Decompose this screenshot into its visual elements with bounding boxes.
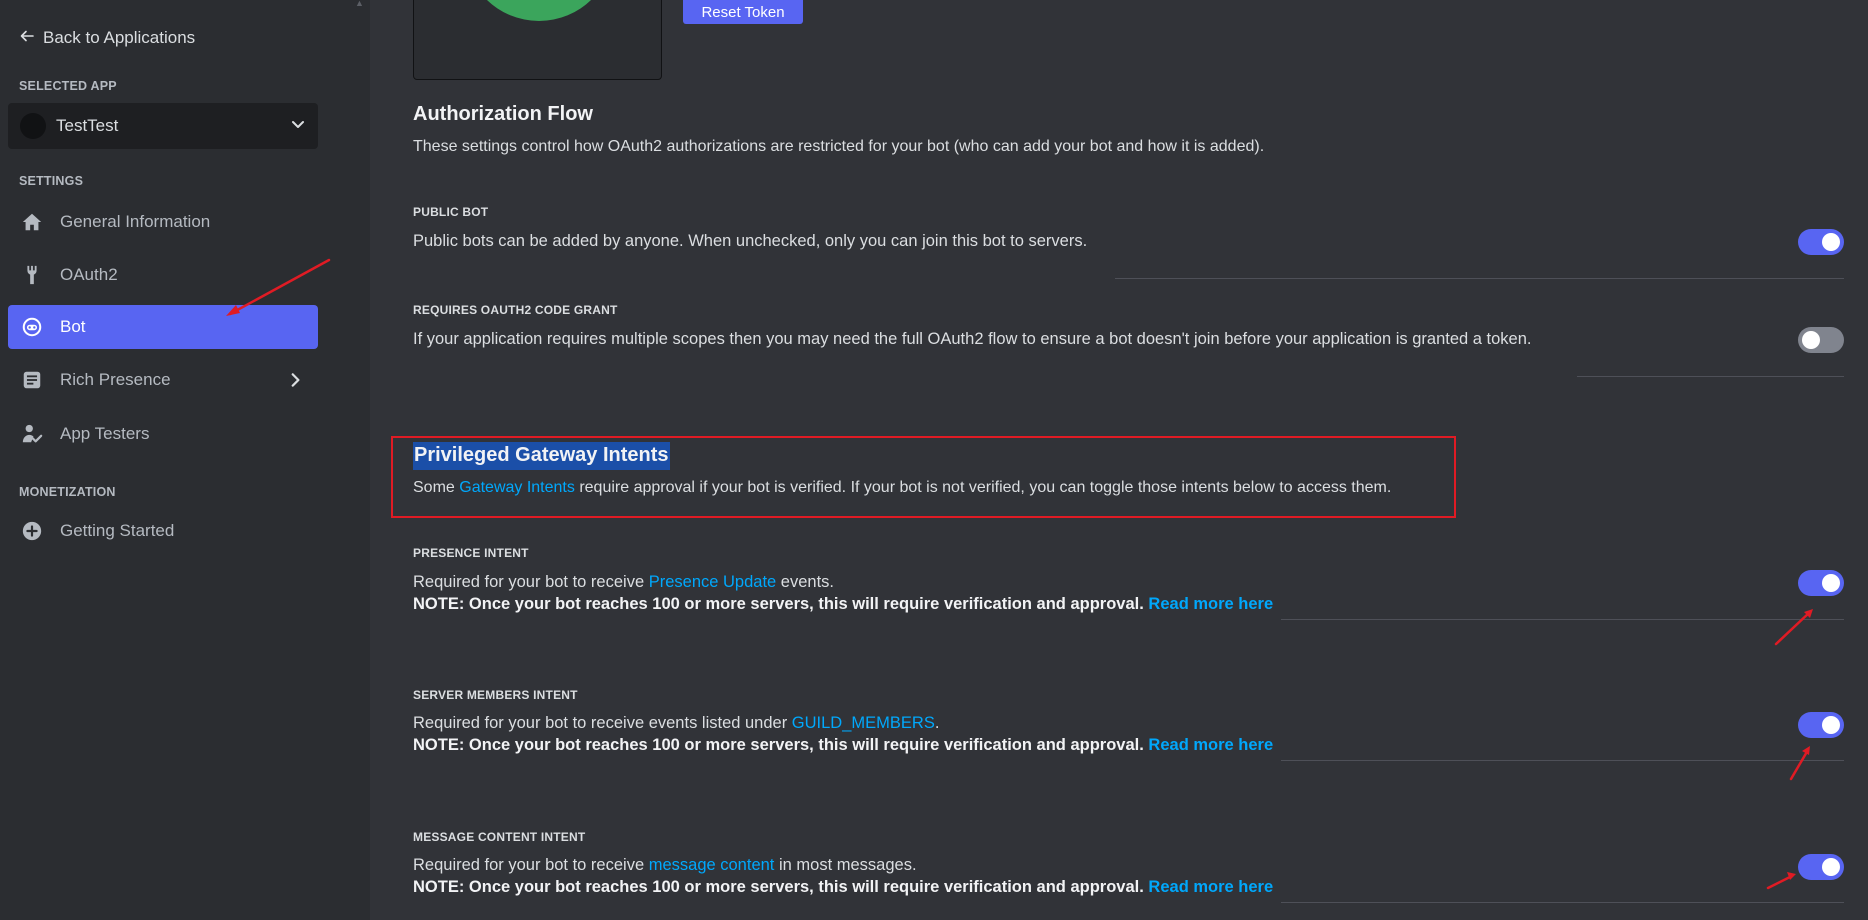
sidebar-item-getting-started[interactable]: Getting Started [8, 509, 318, 553]
note-text: NOTE: Once your bot reaches 100 or more … [413, 736, 1144, 754]
reset-token-button[interactable]: Reset Token [683, 0, 803, 24]
server-members-intent-label: SERVER MEMBERS INTENT [413, 688, 578, 702]
toggle-knob [1822, 716, 1840, 734]
message-content-intent-note: NOTE: Once your bot reaches 100 or more … [413, 876, 1273, 898]
gateway-intents-link[interactable]: Gateway Intents [459, 479, 575, 496]
divider [1577, 376, 1844, 377]
monetization-heading: MONETIZATION [19, 485, 116, 499]
app-selector-dropdown[interactable]: TestTest [8, 103, 318, 149]
app-avatar [20, 113, 46, 139]
toggle-knob [1822, 574, 1840, 592]
sidebar-item-label: Rich Presence [60, 370, 171, 389]
divider [1281, 619, 1844, 620]
presence-update-link[interactable]: Presence Update [649, 573, 777, 591]
description-text: Required for your bot to receive [413, 573, 649, 591]
sidebar-item-label: Getting Started [60, 521, 175, 540]
chevron-right-icon [286, 371, 304, 389]
note-text: NOTE: Once your bot reaches 100 or more … [413, 595, 1144, 613]
person-check-icon [20, 422, 44, 446]
home-icon [20, 210, 44, 234]
bot-avatar-uploader[interactable] [413, 0, 662, 80]
divider [1115, 278, 1844, 279]
guild-members-link[interactable]: GUILD_MEMBERS [792, 714, 935, 732]
presence-intent-description: Required for your bot to receive Presenc… [413, 571, 834, 593]
presence-intent-note: NOTE: Once your bot reaches 100 or more … [413, 593, 1273, 615]
description-text: events. [776, 573, 835, 591]
description-text: Required for your bot to receive events … [413, 714, 792, 732]
code-grant-label: REQUIRES OAUTH2 CODE GRANT [413, 303, 618, 317]
read-more-link[interactable]: Read more here [1148, 878, 1273, 896]
sidebar-item-label: Bot [60, 317, 86, 336]
server-members-intent-note: NOTE: Once your bot reaches 100 or more … [413, 734, 1273, 756]
app-name: TestTest [56, 116, 119, 135]
privileged-intents-title: Privileged Gateway Intents [413, 442, 670, 470]
note-text: NOTE: Once your bot reaches 100 or more … [413, 878, 1144, 896]
back-to-applications-link[interactable]: Back to Applications [19, 26, 195, 50]
developer-portal-window: ▲ Back to Applications SELECTED APP Test… [0, 0, 1868, 920]
description-text: require approval if your bot is verified… [574, 479, 1392, 496]
arrow-left-icon [19, 28, 35, 49]
sidebar-item-rich-presence[interactable]: Rich Presence [8, 358, 318, 402]
message-content-intent-label: MESSAGE CONTENT INTENT [413, 830, 586, 844]
plus-circle-icon [20, 519, 44, 543]
code-grant-toggle[interactable] [1798, 327, 1844, 353]
presence-intent-toggle[interactable] [1798, 570, 1844, 596]
read-more-link[interactable]: Read more here [1148, 595, 1273, 613]
sidebar-item-app-testers[interactable]: App Testers [8, 412, 318, 456]
server-members-intent-toggle[interactable] [1798, 712, 1844, 738]
sidebar: ▲ Back to Applications SELECTED APP Test… [0, 0, 370, 920]
authorization-flow-description: These settings control how OAuth2 author… [413, 138, 1265, 155]
description-text: . [934, 714, 940, 732]
toggle-knob [1802, 331, 1820, 349]
sidebar-item-general-information[interactable]: General Information [8, 200, 318, 244]
public-bot-toggle[interactable] [1798, 229, 1844, 255]
read-more-link[interactable]: Read more here [1148, 736, 1273, 754]
robot-icon [20, 315, 44, 339]
sidebar-item-label: General Information [60, 212, 211, 231]
chevron-down-icon [290, 116, 306, 137]
privileged-intents-description: Some Gateway Intents require approval if… [413, 479, 1391, 497]
bot-avatar [464, 0, 614, 21]
message-content-intent-description: Required for your bot to receive message… [413, 854, 917, 876]
divider [1281, 760, 1844, 761]
public-bot-label: PUBLIC BOT [413, 205, 489, 219]
sidebar-item-label: App Testers [60, 424, 150, 443]
toggle-knob [1822, 858, 1840, 876]
message-content-intent-toggle[interactable] [1798, 854, 1844, 880]
selected-app-heading: SELECTED APP [19, 79, 117, 93]
server-members-intent-description: Required for your bot to receive events … [413, 712, 939, 734]
description-text: in most messages. [774, 856, 917, 874]
presence-intent-label: PRESENCE INTENT [413, 546, 529, 560]
scroll-up-arrow[interactable]: ▲ [355, 0, 365, 8]
settings-heading: SETTINGS [19, 174, 84, 188]
main-content: Reset Token Authorization Flow These set… [370, 0, 1868, 920]
authorization-flow-title: Authorization Flow [413, 103, 593, 125]
divider [1281, 902, 1844, 903]
sidebar-item-bot[interactable]: Bot [8, 305, 318, 349]
toggle-knob [1822, 233, 1840, 251]
back-link-label: Back to Applications [43, 28, 196, 47]
description-text: Some [413, 479, 460, 496]
sidebar-item-oauth2[interactable]: OAuth2 [8, 253, 318, 297]
wrench-icon [20, 263, 44, 287]
public-bot-description: Public bots can be added by anyone. When… [413, 232, 1088, 250]
document-icon [20, 368, 44, 392]
code-grant-description: If your application requires multiple sc… [413, 330, 1532, 348]
sidebar-item-label: OAuth2 [60, 265, 118, 284]
message-content-link[interactable]: message content [649, 856, 775, 874]
description-text: Required for your bot to receive [413, 856, 649, 874]
